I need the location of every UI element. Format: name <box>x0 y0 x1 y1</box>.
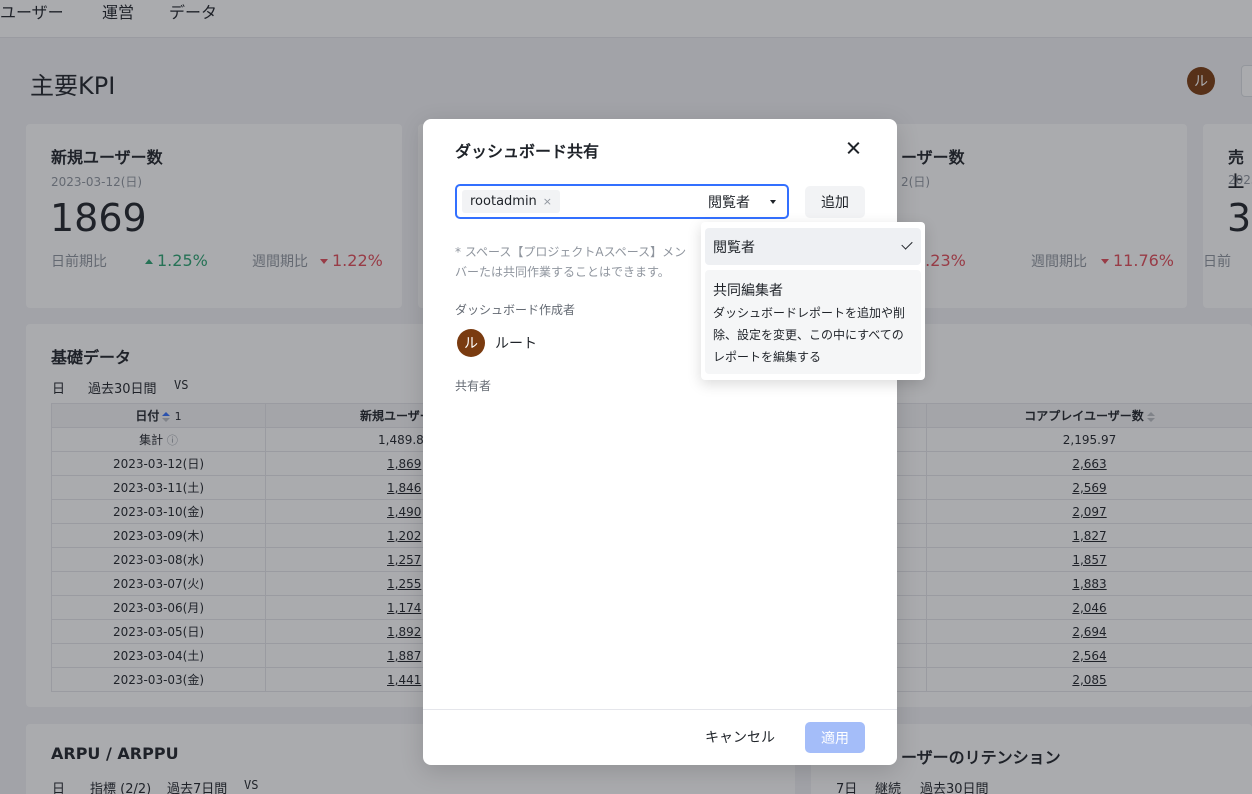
avatar: ル <box>457 329 485 357</box>
apply-button[interactable]: 適用 <box>805 722 865 753</box>
option-description: ダッシュボードレポートを追加や削除、設定を変更、この中にすべてのレポートを編集す… <box>713 306 906 364</box>
option-label: 共同編集者 <box>713 283 783 299</box>
creator-label: ダッシュボード作成者 <box>455 303 576 317</box>
role-select[interactable]: 閲覧者 <box>708 192 750 212</box>
role-option-coeditor[interactable]: 共同編集者 ダッシュボードレポートを追加や削除、設定を変更、この中にすべてのレポ… <box>705 270 921 374</box>
check-icon <box>901 238 913 250</box>
add-button[interactable]: 追加 <box>805 186 865 218</box>
divider <box>423 709 897 710</box>
creator-name: ルート <box>495 336 537 352</box>
share-dashboard-dialog: ダッシュボード共有 rootadmin × 閲覧者 追加 * スペース【プロジェ… <box>423 119 897 765</box>
close-icon[interactable] <box>842 136 866 160</box>
dialog-title: ダッシュボード共有 <box>455 142 600 161</box>
sharers-label: 共有者 <box>455 379 492 393</box>
tag-close-icon[interactable]: × <box>543 195 552 208</box>
chevron-down-icon[interactable] <box>770 200 776 204</box>
user-tag: rootadmin × <box>462 190 561 213</box>
user-select-input[interactable]: rootadmin × 閲覧者 <box>455 184 789 219</box>
role-dropdown: 閲覧者 共同編集者 ダッシュボードレポートを追加や削除、設定を変更、この中にすべ… <box>701 222 925 380</box>
cancel-button[interactable]: キャンセル <box>705 727 775 747</box>
option-label: 閲覧者 <box>713 240 755 256</box>
space-notice: * スペース【プロジェクトAスペース】メンバーたは共同作業することはできます。 <box>455 245 687 279</box>
role-option-viewer[interactable]: 閲覧者 <box>705 228 921 265</box>
